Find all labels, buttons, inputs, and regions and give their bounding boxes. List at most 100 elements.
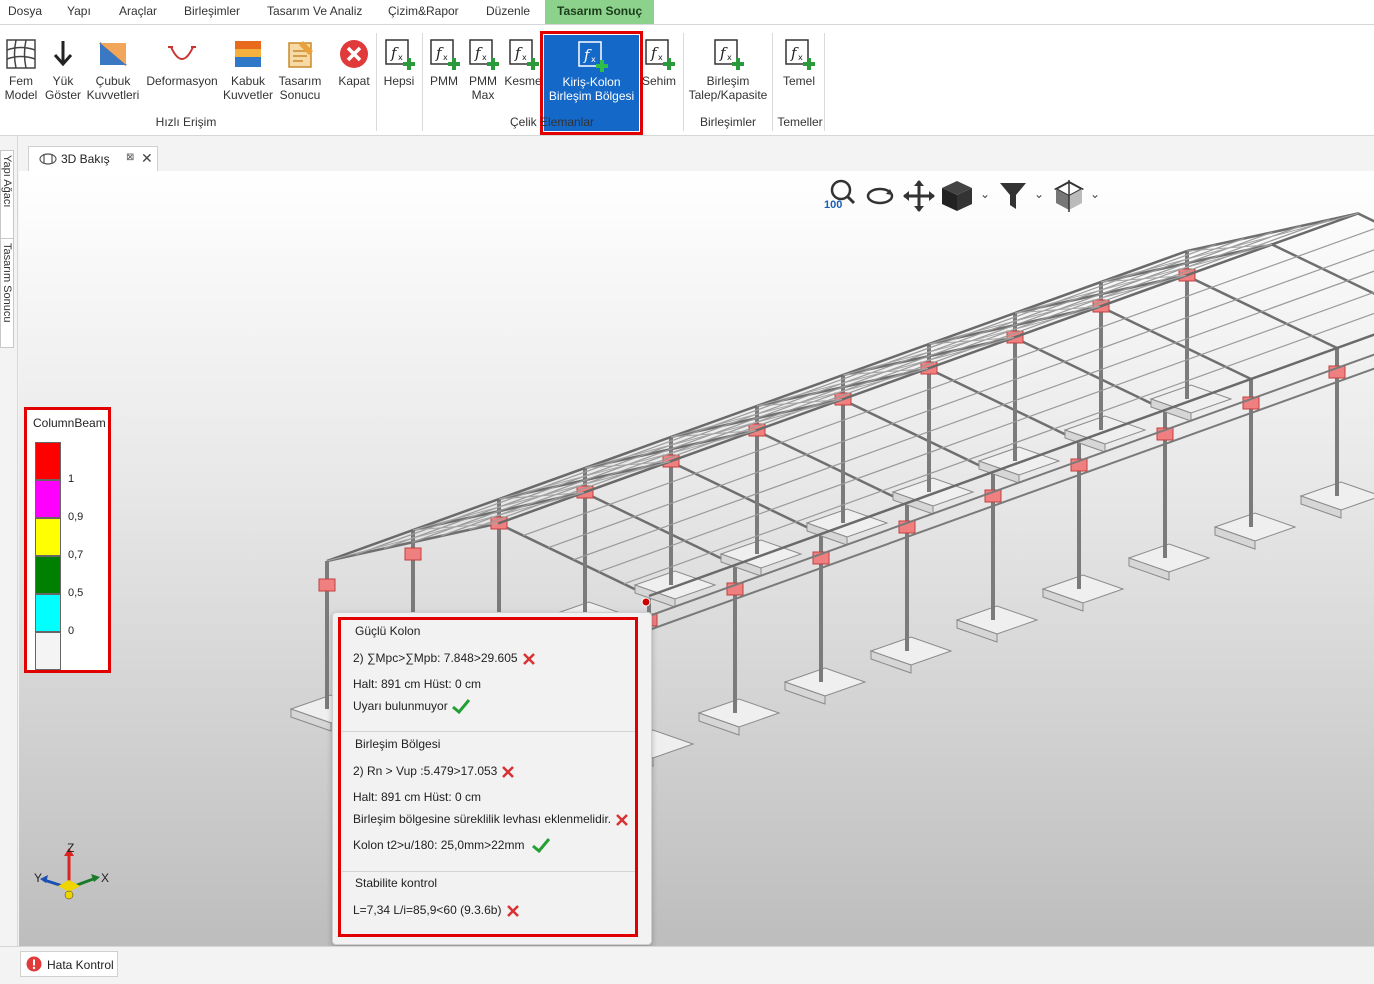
fx-plus-icon: fx [385,39,415,70]
legend-value: 0,5 [68,587,84,599]
tab-3d-bakis[interactable]: 3D Bakış ⊠ ✕ [28,146,158,172]
tab-yapi-agaci[interactable]: Yapı Ağacı [0,150,14,242]
arrow-down-icon [53,41,73,67]
group-separator [376,33,377,131]
rafter [1100,243,1374,295]
svg-text:x: x [727,53,732,62]
mesh-icon [6,39,36,69]
purlin [383,237,1245,550]
group-separator [683,33,684,131]
group-separator [422,33,423,131]
popup-highlight-frame [338,617,638,937]
yuk-goster-button[interactable]: Yük Göster [43,33,83,113]
y-axis-label: Y [34,871,42,885]
close-tab-icon[interactable]: ✕ [141,150,153,167]
rafter [326,522,650,598]
purlin [440,225,1302,537]
kabuk-kuvvetler-button[interactable]: Kabuk Kuvvetler [222,33,274,113]
3d-view-icon [39,153,57,165]
deformation-icon [168,46,196,60]
ribbon: Fem Model Yük Göster Çubuk Kuvvetleri De… [0,24,1374,136]
status-bar: Hata Kontrol [0,946,1374,984]
z-axis-label: Z [67,841,74,855]
group-label-celik-elemanlar: Çelik Elemanlar [509,115,595,129]
menu-duzenle[interactable]: Düzenle [486,0,530,24]
hata-kontrol-button[interactable]: Hata Kontrol [20,951,118,977]
menu-cizim-rapor[interactable]: Çizim&Rapor [388,0,459,24]
legend-swatch [35,594,61,632]
purlin [355,244,1216,556]
pmm-max-button[interactable]: fx PMM Max [464,33,502,113]
legend-swatch [35,556,61,594]
menu-dosya[interactable]: Dosya [8,0,42,24]
svg-text:x: x [398,53,403,62]
group-label-birlesimler: Birleşimler [699,115,756,129]
menu-bar: Dosya Yapı Araçlar Birleşimler Tasarım V… [0,0,1374,24]
3d-viewport[interactable] [19,171,1374,946]
pmm-button[interactable]: fx PMM [425,33,463,113]
filter-icon[interactable] [998,181,1028,211]
legend-value: 0,7 [68,549,84,561]
left-side-panel: Yapı Ağacı Tasarım Sonucu [0,136,18,951]
legend-swatch [35,632,61,670]
close-circle-icon [340,40,368,68]
svg-text:x: x [482,53,487,62]
rotate-icon[interactable] [864,181,896,211]
svg-text:x: x [443,53,448,62]
legend-swatch [35,518,61,556]
legend-value: 0,9 [68,511,84,523]
menu-yapi[interactable]: Yapı [67,0,91,24]
pan-icon[interactable] [902,179,936,213]
force-diagram-icon [99,42,127,66]
fem-model-button[interactable]: Fem Model [2,33,40,113]
view-cube-icon[interactable] [940,179,974,213]
legend-swatch [35,442,61,480]
temel-button[interactable]: fx Temel [778,33,820,113]
legend-swatch [35,480,61,518]
section-box-icon[interactable] [1052,179,1086,213]
tab-tasarim-sonucu[interactable]: Tasarım Sonucu [0,238,14,348]
menu-araclar[interactable]: Araçlar [119,0,157,24]
zoom-level: 100 [824,199,843,211]
error-icon [26,956,42,972]
deformasyon-button[interactable]: Deformasyon [145,33,219,113]
fx-plus-icon: fx [714,39,744,70]
fx-plus-icon: fx [785,39,815,70]
group-label-hizli-erisim: Hızlı Erişim [155,115,217,129]
fx-plus-icon: fx [509,39,539,70]
sehim-button[interactable]: fx Sehim [640,33,678,113]
zoom-button[interactable]: 100 [824,177,858,213]
fx-plus-icon: fx [645,39,675,70]
chevron-down-icon[interactable]: ⌄ [1090,187,1100,201]
connection-highlight [404,547,422,561]
legend-value: 1 [68,473,75,485]
color-legend: ColumnBeam 1 0,9 0,7 0,5 0 [24,407,111,673]
svg-text:x: x [522,53,527,62]
menu-tasarim-ve-analiz[interactable]: Tasarım Ve Analiz [267,0,362,24]
svg-text:x: x [591,55,596,64]
birlesim-talep-kapasite-button[interactable]: fx Birleşim Talep/Kapasite [686,33,770,113]
fx-plus-icon: fx [430,39,460,70]
connection-highlight [318,578,336,592]
menu-birlesimler[interactable]: Birleşimler [184,0,240,24]
design-result-icon [288,41,313,68]
purlin [469,219,1330,531]
kapat-button[interactable]: Kapat [335,33,373,113]
svg-text:x: x [798,53,803,62]
selected-node-marker [641,597,651,607]
pin-icon[interactable]: ⊠ [126,152,134,163]
x-axis-label: X [101,871,109,885]
menu-tasarim-sonuc[interactable]: Tasarım Sonuç [545,0,655,24]
svg-text:x: x [658,53,663,62]
steel-structure-3d-model [289,212,1374,767]
legend-value: 0 [68,625,75,637]
fx-plus-icon: fx [577,41,608,72]
hepsi-button[interactable]: fx Hepsi [380,33,418,113]
axis-triad: Z Y X [34,841,109,900]
kesme-button[interactable]: fx Kesme [503,33,543,113]
chevron-down-icon[interactable]: ⌄ [1034,187,1044,201]
chevron-down-icon[interactable]: ⌄ [980,187,990,201]
tasarim-sonucu-button[interactable]: Tasarım Sonucu [276,33,324,113]
cubuk-kuvvetleri-button[interactable]: Çubuk Kuvvetleri [86,33,140,113]
legend-title: ColumnBeam [33,416,106,430]
